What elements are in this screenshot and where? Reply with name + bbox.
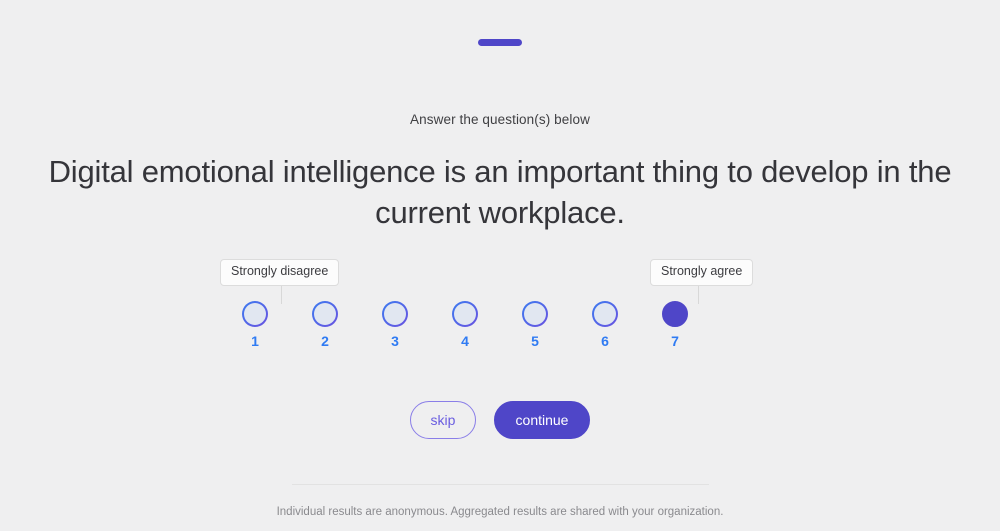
scale-option-label-2: 2 (321, 333, 329, 350)
scale-dot-7[interactable] (662, 301, 688, 328)
survey-page: Answer the question(s) below Digital emo… (0, 0, 1000, 531)
scale-option-6[interactable]: 6 (570, 301, 640, 348)
scale-dot-3[interactable] (382, 301, 408, 327)
action-buttons: skip continue (410, 401, 590, 440)
continue-button[interactable]: continue (494, 401, 590, 440)
scale-dot-1[interactable] (242, 301, 268, 327)
scale-option-label-7: 7 (671, 333, 679, 350)
scale-dot-5[interactable] (522, 301, 548, 327)
scale-option-1[interactable]: 1 (220, 301, 290, 348)
privacy-note: Individual results are anonymous. Aggreg… (276, 506, 724, 519)
scale-options: 1 2 3 4 5 6 7 (220, 301, 710, 348)
scale-label-high: Strongly agree (650, 259, 754, 287)
scale-option-2[interactable]: 2 (290, 301, 360, 348)
scale-dot-6[interactable] (592, 301, 618, 327)
progress-bar-container (0, 39, 1000, 46)
scale-label-low: Strongly disagree (220, 259, 340, 287)
survey-prompt: Answer the question(s) below (410, 112, 590, 127)
scale-option-4[interactable]: 4 (430, 301, 500, 348)
scale-option-3[interactable]: 3 (360, 301, 430, 348)
footer-divider (291, 484, 709, 486)
scale-option-label-6: 6 (601, 333, 609, 350)
skip-button[interactable]: skip (410, 401, 476, 440)
likert-scale: Strongly disagree Strongly agree 1 2 3 4 (220, 259, 780, 351)
scale-dot-4[interactable] (452, 301, 478, 327)
progress-bar-indicator (478, 39, 522, 46)
scale-option-label-3: 3 (391, 333, 399, 350)
scale-option-label-4: 4 (461, 333, 469, 350)
survey-question: Digital emotional intelligence is an imp… (48, 153, 952, 231)
scale-option-label-1: 1 (251, 333, 259, 350)
scale-anchor-labels: Strongly disagree Strongly agree (220, 259, 780, 287)
scale-option-5[interactable]: 5 (500, 301, 570, 348)
scale-option-label-5: 5 (531, 333, 539, 350)
scale-dot-2[interactable] (312, 301, 338, 327)
scale-option-7[interactable]: 7 (640, 301, 710, 348)
